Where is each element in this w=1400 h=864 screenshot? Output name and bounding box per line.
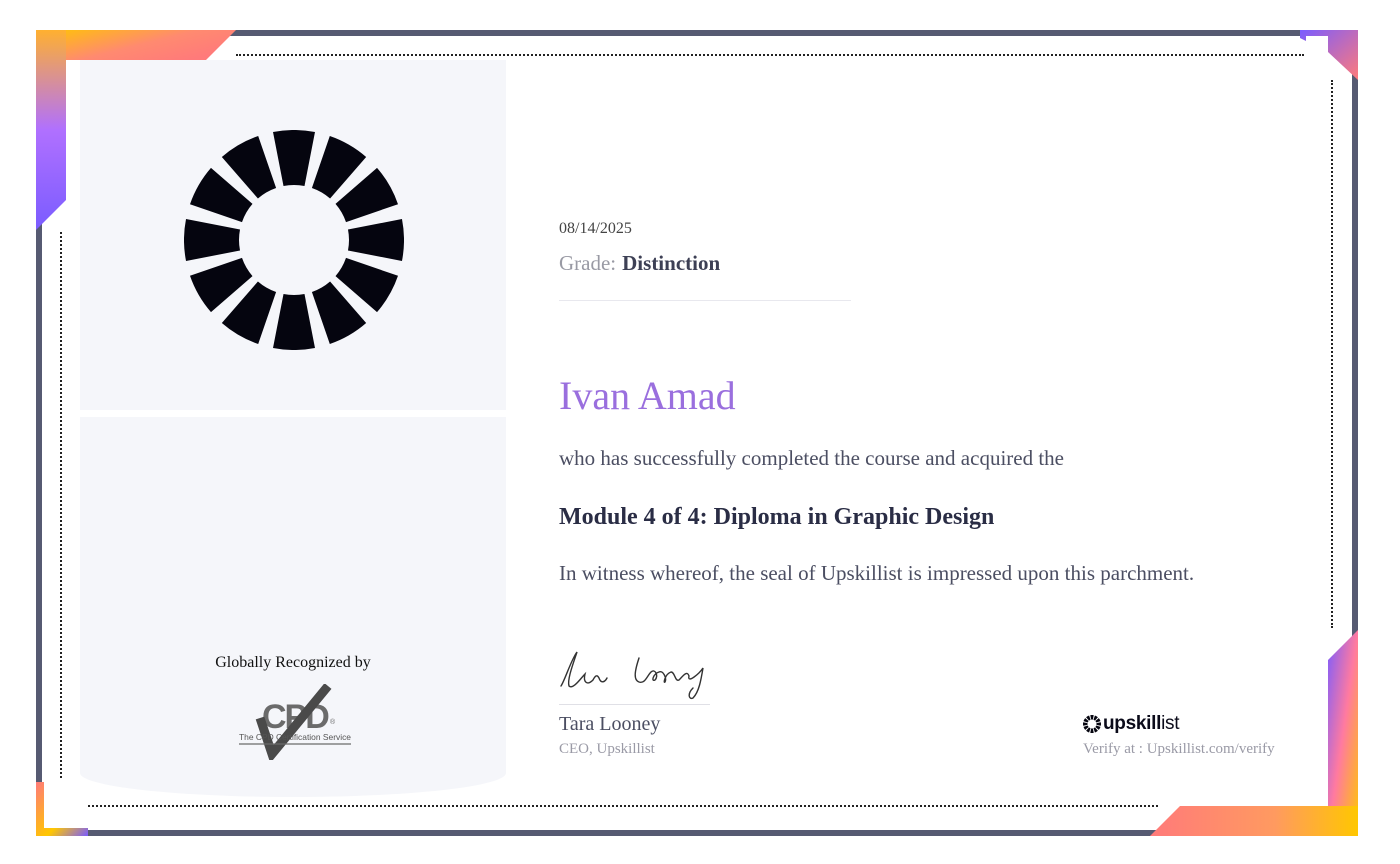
ring-segment bbox=[273, 293, 315, 350]
signer-title: CEO, Upskillist bbox=[559, 741, 655, 757]
dotted-border-left bbox=[60, 232, 62, 778]
ring-segment bbox=[1083, 722, 1088, 726]
dotted-border-bottom bbox=[88, 805, 1158, 807]
signature-line bbox=[559, 704, 710, 705]
upskillist-ring-icon bbox=[184, 130, 404, 350]
upskillist-brand-logo: upskillist bbox=[1083, 712, 1180, 736]
svg-text:The CPD Certification Service: The CPD Certification Service bbox=[239, 733, 351, 742]
signer-name: Tara Looney bbox=[559, 713, 661, 735]
grade-line: Grade: Distinction bbox=[559, 251, 720, 276]
cpd-logo: CPD ® The CPD Certification Service bbox=[239, 684, 351, 760]
brand-name-bold: upskill bbox=[1103, 713, 1162, 734]
completion-statement: who has successfully completed the cours… bbox=[559, 446, 1064, 470]
ring-segment bbox=[273, 130, 315, 187]
signature-image bbox=[560, 651, 704, 700]
divider bbox=[559, 300, 851, 301]
ring-segment bbox=[1096, 722, 1101, 726]
grade-label: Grade: bbox=[559, 251, 617, 275]
dotted-border-top bbox=[236, 54, 1304, 56]
ring-segment bbox=[347, 219, 404, 261]
course-title: Module 4 of 4: Diploma in Graphic Design bbox=[559, 504, 995, 530]
ring-segment bbox=[184, 219, 241, 261]
grade-value: Distinction bbox=[622, 251, 721, 275]
recipient-name: Ivan Amad bbox=[559, 373, 736, 418]
witness-statement: In witness whereof, the seal of Upskilli… bbox=[559, 561, 1195, 585]
recognized-label: Globally Recognized by bbox=[215, 654, 371, 671]
certificate-date: 08/14/2025 bbox=[559, 220, 632, 237]
ring-segment bbox=[1090, 728, 1094, 733]
dotted-border-right bbox=[1331, 80, 1333, 628]
verify-link-text: Verify at : Upskillist.com/verify bbox=[1083, 741, 1275, 757]
brand-name-light: ist bbox=[1161, 713, 1180, 734]
svg-text:®: ® bbox=[330, 718, 336, 726]
upskillist-small-ring-icon bbox=[1083, 715, 1101, 733]
ring-segment bbox=[1090, 715, 1094, 720]
